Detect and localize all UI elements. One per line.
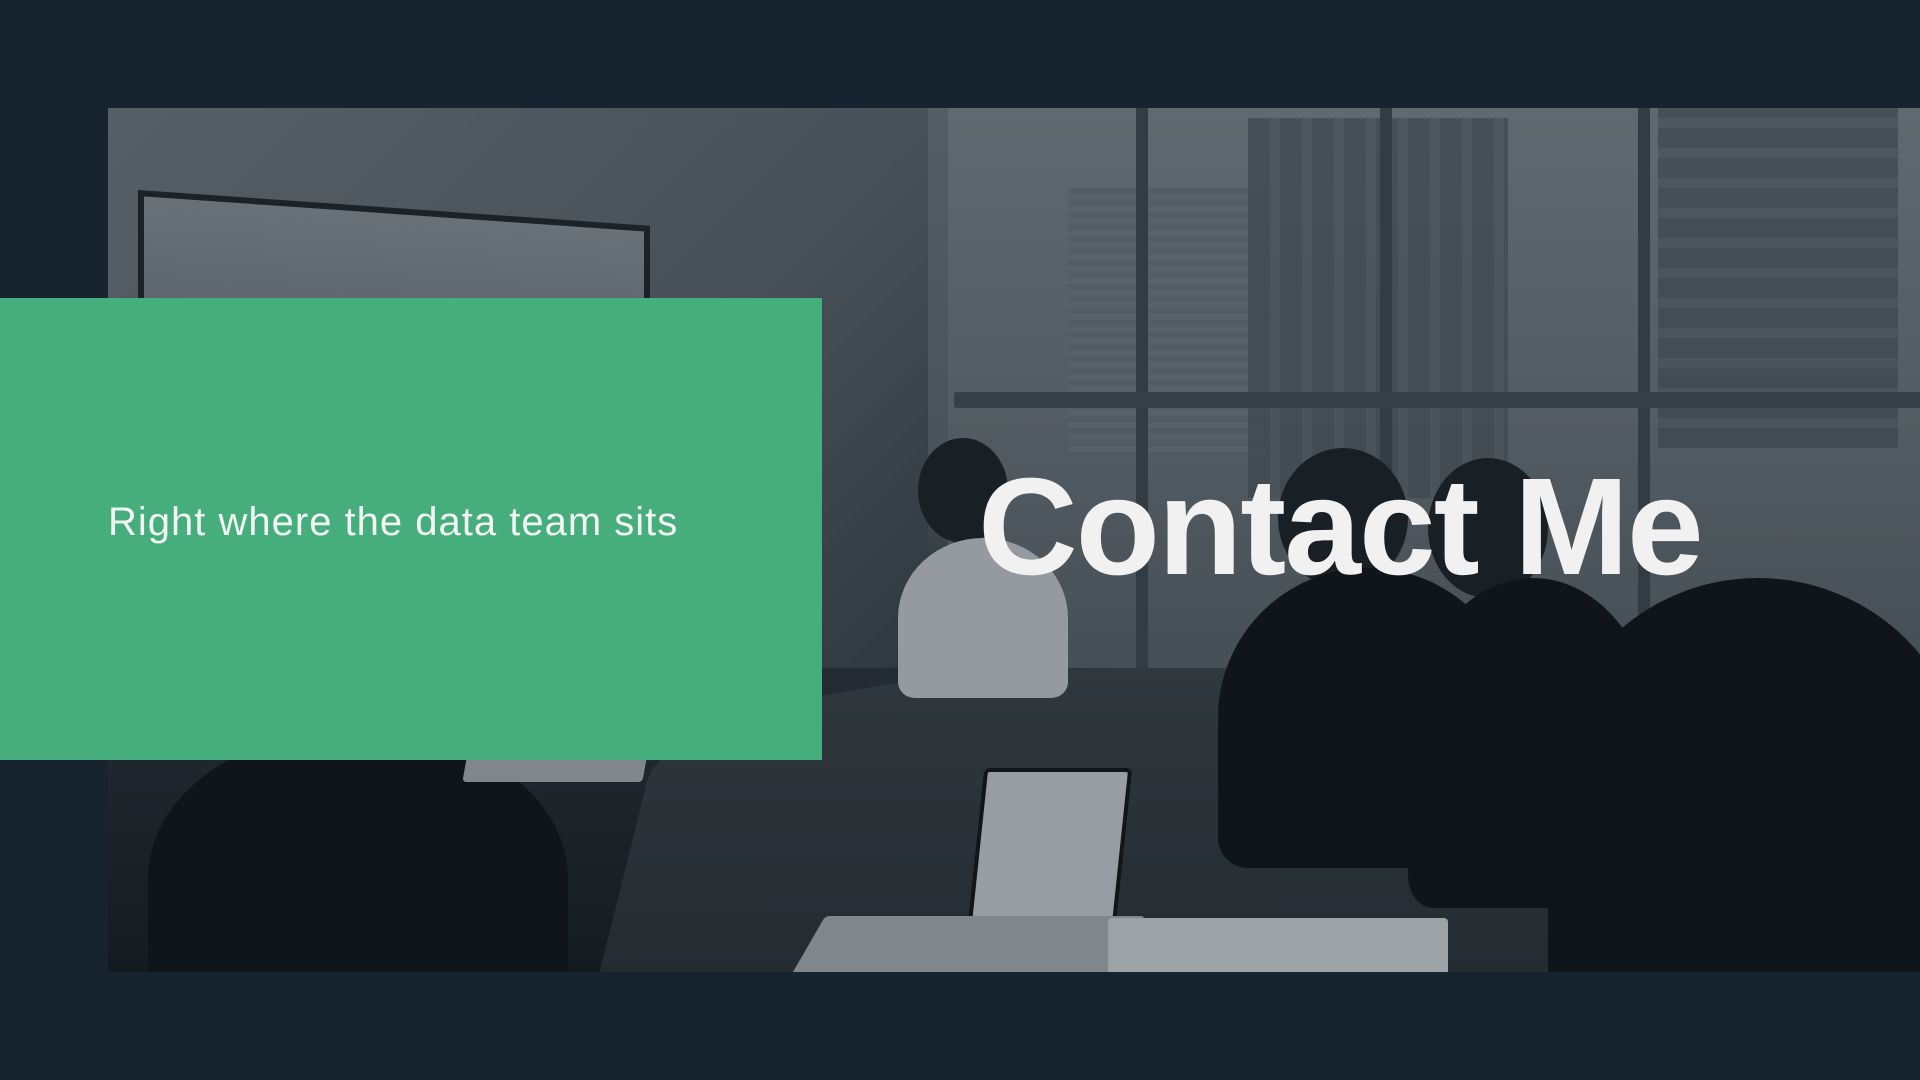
page-title: Contact Me: [978, 450, 1704, 604]
subtitle: Right where the data team sits: [108, 500, 679, 544]
slide: Right where the data team sits Contact M…: [0, 0, 1920, 1080]
